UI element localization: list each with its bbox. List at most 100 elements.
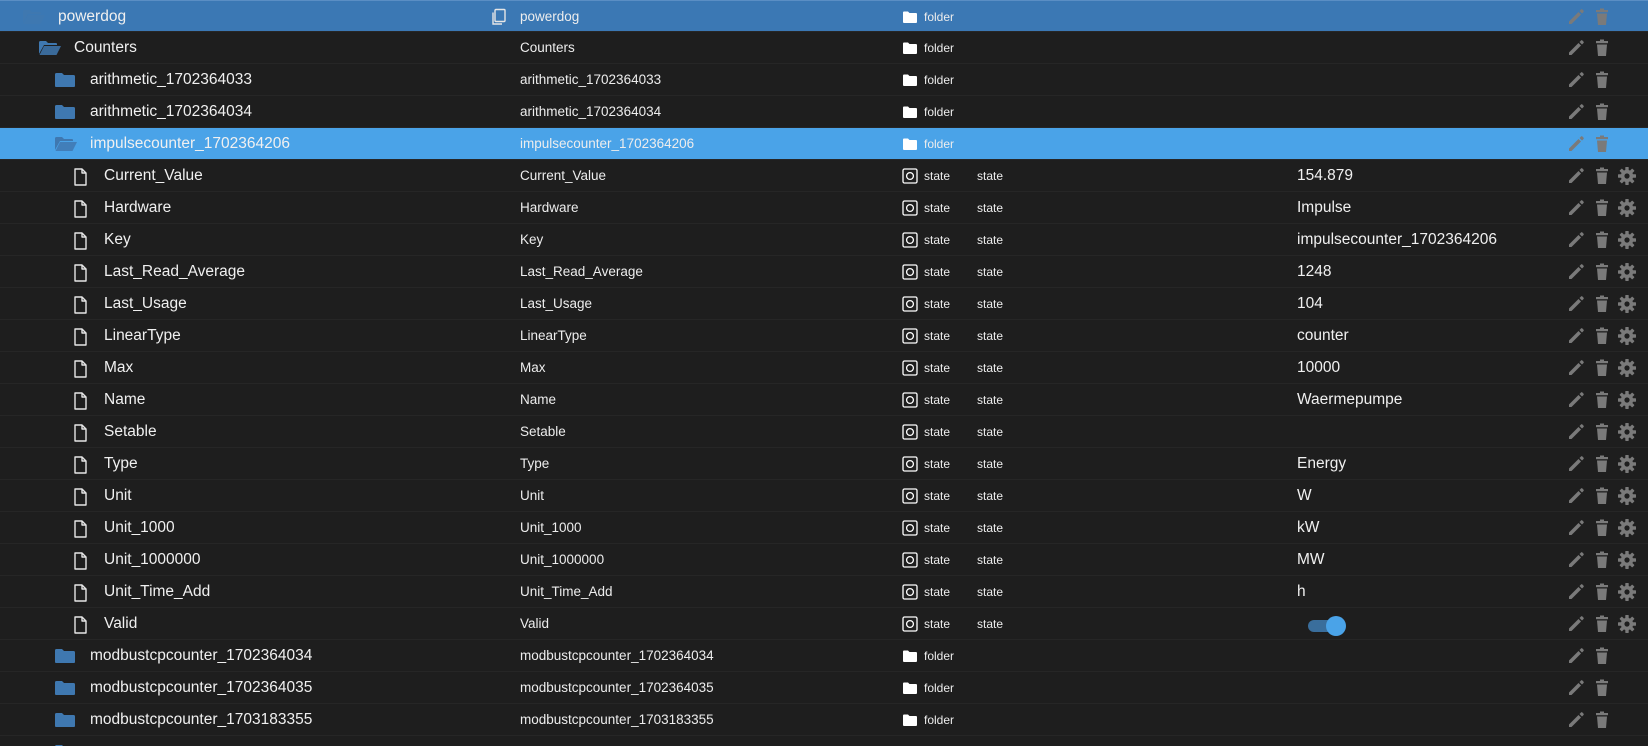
file-icon[interactable] xyxy=(70,232,92,250)
file-icon[interactable] xyxy=(70,296,92,314)
file-icon[interactable] xyxy=(70,264,92,282)
object-value[interactable]: 154.879 xyxy=(1297,167,1353,185)
delete-icon[interactable] xyxy=(1592,198,1612,218)
delete-icon[interactable] xyxy=(1592,358,1612,378)
settings-gear-icon[interactable] xyxy=(1617,550,1637,570)
settings-gear-icon[interactable] xyxy=(1617,294,1637,314)
object-value[interactable]: Impulse xyxy=(1297,199,1351,217)
object-value[interactable]: W xyxy=(1297,487,1312,505)
file-icon[interactable] xyxy=(70,168,92,186)
edit-icon[interactable] xyxy=(1566,134,1586,154)
edit-icon[interactable] xyxy=(1566,70,1586,90)
settings-gear-icon[interactable] xyxy=(1617,454,1637,474)
settings-gear-icon[interactable] xyxy=(1617,358,1637,378)
object-value[interactable]: Waermepumpe xyxy=(1297,391,1402,409)
state-row[interactable]: Type Type state state Energy xyxy=(0,448,1648,480)
settings-gear-icon[interactable] xyxy=(1617,230,1637,250)
object-value[interactable]: kW xyxy=(1297,519,1319,537)
file-icon[interactable] xyxy=(70,520,92,538)
edit-icon[interactable] xyxy=(1566,614,1586,634)
folder-icon[interactable] xyxy=(54,712,76,728)
folder-row[interactable]: modbustcpcounter_1702364035 modbustcpcoun… xyxy=(0,672,1648,704)
edit-icon[interactable] xyxy=(1566,710,1586,730)
state-row[interactable]: Unit_Time_Add Unit_Time_Add state state h xyxy=(0,576,1648,608)
delete-icon[interactable] xyxy=(1592,550,1612,570)
folder-open-icon[interactable] xyxy=(38,40,61,56)
settings-gear-icon[interactable] xyxy=(1617,262,1637,282)
file-icon[interactable] xyxy=(70,392,92,410)
delete-icon[interactable] xyxy=(1592,230,1612,250)
delete-icon[interactable] xyxy=(1592,38,1612,58)
folder-row[interactable]: Counters Counters folder xyxy=(0,32,1648,64)
state-row[interactable]: Max Max state state 10000 xyxy=(0,352,1648,384)
delete-icon[interactable] xyxy=(1592,486,1612,506)
folder-open-icon[interactable] xyxy=(54,136,77,152)
folder-icon[interactable] xyxy=(54,680,76,696)
edit-icon[interactable] xyxy=(1566,550,1586,570)
file-icon[interactable] xyxy=(70,200,92,218)
folder-icon[interactable] xyxy=(54,72,76,88)
edit-icon[interactable] xyxy=(1566,38,1586,58)
valid-toggle[interactable] xyxy=(1308,615,1348,636)
state-row[interactable]: LinearType LinearType state state counter xyxy=(0,320,1648,352)
delete-icon[interactable] xyxy=(1592,326,1612,346)
folder-row[interactable]: modbustcpcounter_1703183355 modbustcpcoun… xyxy=(0,704,1648,736)
delete-icon[interactable] xyxy=(1592,614,1612,634)
settings-gear-icon[interactable] xyxy=(1617,166,1637,186)
delete-icon[interactable] xyxy=(1592,678,1612,698)
edit-icon[interactable] xyxy=(1566,7,1586,27)
object-value[interactable]: impulsecounter_1702364206 xyxy=(1297,231,1497,249)
state-row[interactable]: Last_Usage Last_Usage state state 104 xyxy=(0,288,1648,320)
copy-icon[interactable] xyxy=(490,8,508,26)
edit-icon[interactable] xyxy=(1566,102,1586,122)
folder-icon[interactable] xyxy=(54,104,76,120)
folder-row[interactable]: powerdog powerdog folder xyxy=(0,0,1648,32)
state-row[interactable]: Name Name state state Waermepumpe xyxy=(0,384,1648,416)
edit-icon[interactable] xyxy=(1566,262,1586,282)
delete-icon[interactable] xyxy=(1592,294,1612,314)
edit-icon[interactable] xyxy=(1566,582,1586,602)
delete-icon[interactable] xyxy=(1592,134,1612,154)
edit-icon[interactable] xyxy=(1566,198,1586,218)
state-row[interactable]: Hardware Hardware state state Impulse xyxy=(0,192,1648,224)
state-row[interactable]: Unit_1000000 Unit_1000000 state state MW xyxy=(0,544,1648,576)
delete-icon[interactable] xyxy=(1592,710,1612,730)
state-row[interactable]: Current_Value Current_Value state state 154.… xyxy=(0,160,1648,192)
edit-icon[interactable] xyxy=(1566,358,1586,378)
edit-icon[interactable] xyxy=(1566,326,1586,346)
settings-gear-icon[interactable] xyxy=(1617,614,1637,634)
edit-icon[interactable] xyxy=(1566,166,1586,186)
delete-icon[interactable] xyxy=(1592,166,1612,186)
edit-icon[interactable] xyxy=(1566,390,1586,410)
folder-row[interactable]: arithmetic_1702364033 arithmetic_17023640… xyxy=(0,64,1648,96)
delete-icon[interactable] xyxy=(1592,422,1612,442)
edit-icon[interactable] xyxy=(1566,454,1586,474)
file-icon[interactable] xyxy=(70,456,92,474)
delete-icon[interactable] xyxy=(1592,518,1612,538)
edit-icon[interactable] xyxy=(1566,230,1586,250)
delete-icon[interactable] xyxy=(1592,262,1612,282)
folder-row[interactable]: impulsecounter_1702364206 impulsecounter_… xyxy=(0,128,1648,160)
edit-icon[interactable] xyxy=(1566,294,1586,314)
settings-gear-icon[interactable] xyxy=(1617,390,1637,410)
delete-icon[interactable] xyxy=(1592,646,1612,666)
toggle-thumb[interactable] xyxy=(1326,616,1346,636)
edit-icon[interactable] xyxy=(1566,486,1586,506)
state-row[interactable]: Unit_1000 Unit_1000 state state kW xyxy=(0,512,1648,544)
settings-gear-icon[interactable] xyxy=(1617,326,1637,346)
delete-icon[interactable] xyxy=(1592,454,1612,474)
delete-icon[interactable] xyxy=(1592,102,1612,122)
edit-icon[interactable] xyxy=(1566,518,1586,538)
state-row[interactable]: Last_Read_Average Last_Read_Average state s… xyxy=(0,256,1648,288)
delete-icon[interactable] xyxy=(1592,390,1612,410)
folder-row[interactable]: arithmetic_1702364034 arithmetic_17023640… xyxy=(0,96,1648,128)
settings-gear-icon[interactable] xyxy=(1617,422,1637,442)
object-value[interactable]: 104 xyxy=(1297,295,1323,313)
object-value[interactable]: 1248 xyxy=(1297,263,1331,281)
object-value[interactable]: Energy xyxy=(1297,455,1346,473)
edit-icon[interactable] xyxy=(1566,422,1586,442)
folder-row[interactable] xyxy=(0,736,1648,746)
edit-icon[interactable] xyxy=(1566,678,1586,698)
object-value[interactable]: counter xyxy=(1297,327,1349,345)
file-icon[interactable] xyxy=(70,616,92,634)
